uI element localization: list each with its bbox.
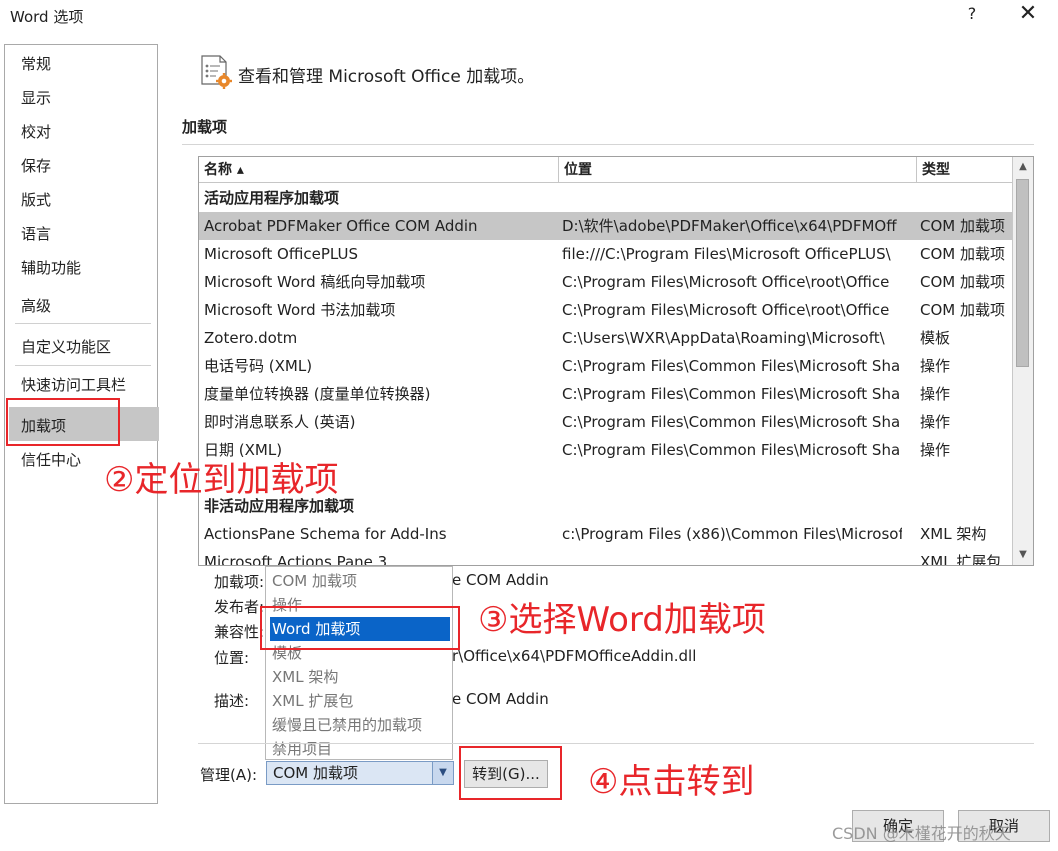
row-name: Microsoft Word 书法加载项	[204, 301, 396, 319]
row-name: 即时消息联系人 (英语)	[204, 413, 356, 431]
row-location: C:\Users\WXR\AppData\Roaming\Microsoft\	[562, 329, 885, 347]
row-location	[562, 548, 902, 565]
table-row[interactable]: Microsoft Word 书法加载项 C:\Program Files\Mi…	[199, 296, 1014, 324]
row-type: COM 加载项	[920, 273, 1005, 291]
row-type: 操作	[920, 413, 951, 431]
column-header-type[interactable]: 类型	[917, 157, 1014, 183]
sidebar-divider	[15, 323, 151, 324]
group-label: 活动应用程序加载项	[204, 189, 340, 207]
manage-dropdown-list: COM 加载项 操作 Word 加载项 模板 XML 架构 XML 扩展包 缓慢…	[265, 566, 453, 760]
detail-publisher-label: 发布者:	[214, 598, 265, 616]
detail-compat-label: 兼容性:	[214, 623, 265, 641]
manage-select[interactable]: COM 加载项 ▼	[266, 761, 454, 785]
addin-gear-icon	[201, 55, 232, 89]
sidebar-item-save[interactable]: 保存	[21, 155, 51, 176]
manage-divider	[198, 743, 1034, 744]
dropdown-option-xml-schema[interactable]: XML 架构	[270, 665, 450, 689]
column-header-location[interactable]: 位置	[559, 157, 917, 183]
row-name: Microsoft Word 稿纸向导加载项	[204, 273, 426, 291]
sidebar-item-quick-access[interactable]: 快速访问工具栏	[21, 374, 126, 395]
row-name: 度量单位转换器 (度量单位转换器)	[204, 385, 431, 403]
annotation-step4: ④点击转到	[588, 762, 755, 802]
dropdown-option-disabled-items[interactable]: 禁用项目	[270, 737, 450, 761]
detail-location-label: 位置:	[214, 649, 250, 667]
row-name: 电话号码 (XML)	[204, 357, 313, 375]
table-row[interactable]: 即时消息联系人 (英语) C:\Program Files\Common Fil…	[199, 408, 1014, 436]
scroll-down-arrow-icon[interactable]: ▼	[1015, 547, 1031, 563]
group-header-active: 活动应用程序加载项	[199, 184, 1014, 212]
table-row[interactable]: 度量单位转换器 (度量单位转换器) C:\Program Files\Commo…	[199, 380, 1014, 408]
close-button[interactable]: ✕	[1016, 2, 1040, 26]
sidebar-item-layout[interactable]: 版式	[21, 189, 51, 210]
table-row[interactable]: ActionsPane Schema for Add-Ins c:\Progra…	[199, 520, 1014, 548]
window-title: Word 选项	[10, 8, 84, 26]
sidebar-item-customize-ribbon[interactable]: 自定义功能区	[21, 336, 111, 357]
table-row[interactable]: Zotero.dotm C:\Users\WXR\AppData\Roaming…	[199, 324, 1014, 352]
row-type: 模板	[920, 329, 951, 347]
row-type: 操作	[920, 357, 951, 375]
page-title: 查看和管理 Microsoft Office 加载项。	[238, 67, 535, 87]
row-location: C:\Program Files\Microsoft Office\root\O…	[562, 301, 890, 319]
sidebar-item-display[interactable]: 显示	[21, 87, 51, 108]
row-name: Acrobat PDFMaker Office COM Addin	[204, 217, 478, 235]
row-name: ActionsPane Schema for Add-Ins	[204, 525, 447, 543]
row-type: XML 扩展包	[920, 553, 1002, 566]
scroll-up-arrow-icon[interactable]: ▲	[1015, 159, 1031, 175]
detail-location-value: r\Office\x64\PDFMOfficeAddin.dll	[452, 647, 697, 665]
sidebar-item-advanced[interactable]: 高级	[21, 295, 51, 316]
watermark: CSDN @木槿花开的秋天	[832, 824, 1011, 843]
row-type: 操作	[920, 441, 951, 459]
row-location: D:\软件\adobe\PDFMaker\Office\x64\PDFMOff	[562, 217, 897, 235]
close-icon: ✕	[1018, 1, 1038, 26]
detail-addin-value: e COM Addin	[452, 571, 549, 589]
detail-desc-label: 描述:	[214, 692, 250, 710]
detail-desc-value: e COM Addin	[452, 690, 549, 708]
annotation-box-go	[459, 746, 562, 800]
dropdown-option-disabled-slow[interactable]: 缓慢且已禁用的加载项	[270, 713, 450, 737]
row-type: COM 加载项	[920, 217, 1005, 235]
row-type: 操作	[920, 385, 951, 403]
row-name: Zotero.dotm	[204, 329, 298, 347]
manage-label: 管理(A):	[200, 766, 258, 784]
annotation-box-word-addins	[260, 606, 460, 650]
sidebar-item-language[interactable]: 语言	[21, 223, 51, 244]
manage-select-value: COM 加载项	[273, 764, 358, 782]
table-row[interactable]: Microsoft Word 稿纸向导加载项 C:\Program Files\…	[199, 268, 1014, 296]
row-location: file:///C:\Program Files\Microsoft Offic…	[562, 245, 891, 263]
detail-addin-label: 加载项:	[214, 573, 265, 591]
chevron-down-icon[interactable]: ▼	[432, 762, 453, 784]
help-button[interactable]: ?	[962, 4, 982, 26]
row-location: C:\Program Files\Microsoft Office\root\O…	[562, 273, 890, 291]
row-name: Microsoft Actions Pane 3	[204, 553, 388, 566]
section-label: 加载项	[182, 118, 228, 136]
table-scrollbar[interactable]: ▲ ▼	[1012, 157, 1033, 565]
row-name: Microsoft OfficePLUS	[204, 245, 358, 263]
addins-table: 名称 ▴ 位置 类型 活动应用程序加载项 Acrobat PDFMaker Of…	[198, 156, 1034, 566]
sidebar-item-general[interactable]: 常规	[21, 53, 51, 74]
column-header-name[interactable]: 名称 ▴	[199, 157, 559, 183]
sidebar-item-trust-center[interactable]: 信任中心	[21, 449, 81, 470]
annotation-step3: ③选择Word加载项	[478, 600, 766, 640]
dropdown-option-com[interactable]: COM 加载项	[270, 569, 450, 593]
row-type: XML 架构	[920, 525, 987, 543]
table-row[interactable]: Acrobat PDFMaker Office COM Addin D:\软件\…	[199, 212, 1014, 240]
row-location: C:\Program Files\Common Files\Microsoft …	[562, 385, 901, 403]
scroll-thumb[interactable]	[1016, 179, 1029, 367]
row-type: COM 加载项	[920, 301, 1005, 319]
row-location: C:\Program Files\Common Files\Microsoft …	[562, 357, 901, 375]
sidebar-item-proofing[interactable]: 校对	[21, 121, 51, 142]
annotation-step2: ②定位到加载项	[104, 460, 339, 500]
row-type: COM 加载项	[920, 245, 1005, 263]
section-divider	[182, 144, 1034, 145]
sidebar-item-accessibility[interactable]: 辅助功能	[21, 257, 81, 278]
table-row[interactable]: Microsoft Actions Pane 3 XML 扩展包	[199, 548, 1014, 566]
annotation-box-addins	[6, 398, 120, 446]
row-location: C:\Program Files\Common Files\Microsoft …	[562, 441, 901, 459]
table-row[interactable]: Microsoft OfficePLUS file:///C:\Program …	[199, 240, 1014, 268]
table-row[interactable]: 电话号码 (XML) C:\Program Files\Common Files…	[199, 352, 1014, 380]
row-location: c:\Program Files (x86)\Common Files\Micr…	[562, 525, 902, 543]
dropdown-option-xml-expansion[interactable]: XML 扩展包	[270, 689, 450, 713]
row-location: C:\Program Files\Common Files\Microsoft …	[562, 413, 901, 431]
sidebar-divider	[15, 365, 151, 366]
